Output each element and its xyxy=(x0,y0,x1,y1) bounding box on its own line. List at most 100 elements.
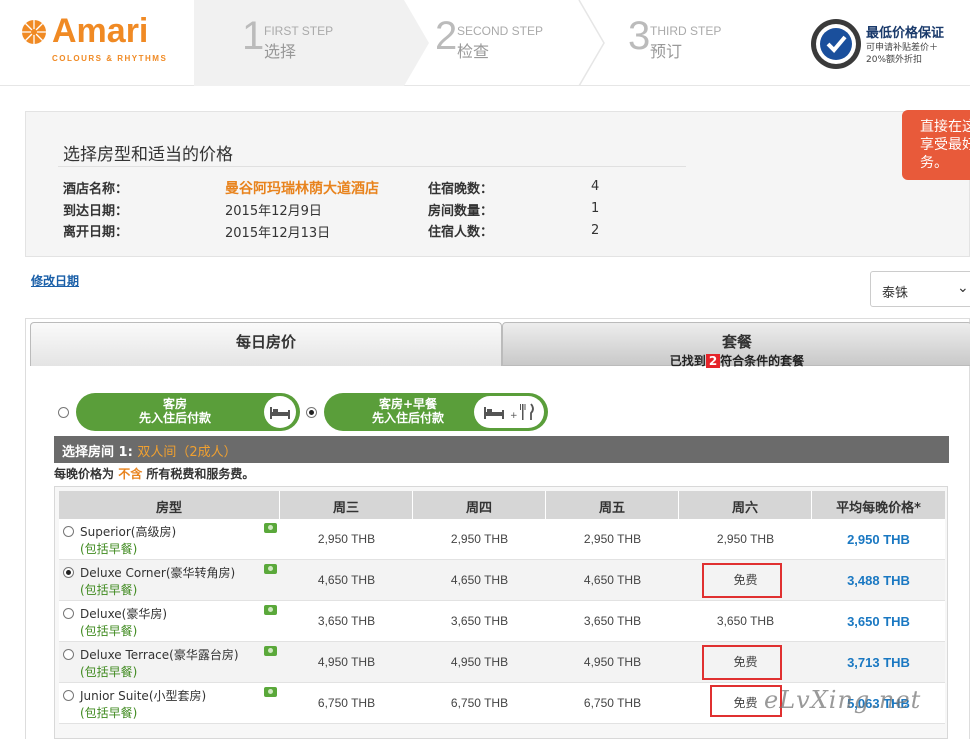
free-night-highlight xyxy=(702,645,782,680)
currency-select[interactable]: 泰铢 ⌄ xyxy=(870,271,970,307)
table-row[interactable]: Superior(高级房) (包括早餐) 2,950 THB 2,950 THB… xyxy=(59,519,945,560)
col-sat: 周六 xyxy=(679,491,812,519)
arrival-label: 到达日期： xyxy=(63,204,129,219)
room-inclusion: (包括早餐) xyxy=(80,665,138,679)
guarantee-line-2: 20%额外折扣 xyxy=(866,55,923,65)
amari-logo[interactable]: Amari COLOURS & RHYTHMS xyxy=(20,12,190,70)
price-wed: 4,950 THB xyxy=(317,655,376,669)
price-thu: 2,950 THB xyxy=(450,532,509,546)
room-selection-label: 选择房间 1: xyxy=(62,445,133,460)
price-sat: 3,650 THB xyxy=(716,614,775,628)
banner-line-3: 务。 xyxy=(920,155,948,171)
price-wed: 6,750 THB xyxy=(317,696,376,710)
free-night-highlight xyxy=(702,563,782,598)
guarantee-title: 最低价格保证 xyxy=(866,26,945,41)
modify-dates-link[interactable]: 修改日期 xyxy=(31,272,79,289)
step-3-en: THIRD STEP xyxy=(650,24,722,38)
guarantee-seal-icon xyxy=(811,19,861,69)
best-price-guarantee[interactable]: 最低价格保证 可申请补贴差价＋ 20%额外折扣 xyxy=(810,18,970,74)
guests-value: 2 xyxy=(591,223,600,238)
step-2-number: 2 xyxy=(435,14,458,58)
option-room-radio[interactable] xyxy=(58,407,69,418)
room-name: Deluxe(豪华房) xyxy=(80,607,168,621)
step-1-zh: 选择 xyxy=(264,42,297,61)
price-wed: 2,950 THB xyxy=(317,532,376,546)
step-1-number: 1 xyxy=(242,14,265,58)
price-thu: 3,650 THB xyxy=(450,614,509,628)
step-3: 3 THIRD STEP 预订 xyxy=(620,0,790,86)
room-inclusion: (包括早餐) xyxy=(80,583,138,597)
option-room-breakfast[interactable]: 客房+早餐 先入住后付款 + xyxy=(324,393,548,431)
step-1: 1 FIRST STEP 选择 xyxy=(194,0,429,86)
col-room-type: 房型 xyxy=(59,491,280,519)
hotel-label: 酒店名称： xyxy=(63,182,129,197)
camera-icon[interactable] xyxy=(264,523,277,533)
camera-icon[interactable] xyxy=(264,605,277,615)
currency-value: 泰铢 xyxy=(882,286,909,301)
camera-icon[interactable] xyxy=(264,646,277,656)
bed-breakfast-icon: + xyxy=(474,396,544,428)
tax-highlight: 不含 xyxy=(118,467,143,481)
room-radio[interactable] xyxy=(63,608,74,619)
room-radio[interactable] xyxy=(63,649,74,660)
price-thu: 4,650 THB xyxy=(450,573,509,587)
price-avg: 3,713 THB xyxy=(847,655,910,670)
bed-icon xyxy=(264,396,296,428)
package-count-text: 已找到 2 符合条件的套餐 xyxy=(669,354,805,368)
room-name: Deluxe Corner(豪华转角房) xyxy=(80,566,236,580)
price-avg: 3,650 THB xyxy=(847,614,910,629)
banner-line-1: 直接在这 xyxy=(920,119,970,135)
depart-date: 2015年12月13日 xyxy=(225,226,331,241)
logo-tagline: COLOURS & RHYTHMS xyxy=(52,54,168,63)
col-thu: 周四 xyxy=(413,491,546,519)
price-fri: 6,750 THB xyxy=(583,696,642,710)
option-breakfast-radio[interactable] xyxy=(306,407,317,418)
booking-steps: 1 FIRST STEP 选择 2 SECOND STEP 检查 3 THIRD… xyxy=(194,0,794,86)
room-radio[interactable] xyxy=(63,526,74,537)
table-row[interactable]: Deluxe Terrace(豪华露台房) (包括早餐) 4,950 THB 4… xyxy=(59,642,945,683)
svg-text:+: + xyxy=(510,411,518,421)
step-3-zh: 预订 xyxy=(650,42,683,61)
direct-booking-banner[interactable]: 直接在这 享受最好 务。 xyxy=(902,110,970,180)
tab-packages[interactable]: 套餐 已找到 2 符合条件的套餐 xyxy=(502,322,970,368)
step-2-en: SECOND STEP xyxy=(457,24,544,38)
price-sat: 2,950 THB xyxy=(716,532,775,546)
option-room-only[interactable]: 客房 先入住后付款 xyxy=(76,393,300,431)
chevron-down-icon: ⌄ xyxy=(957,280,969,296)
price-wed: 4,650 THB xyxy=(317,573,376,587)
room-selection-bar: 选择房间 1: 双人间（2成人） xyxy=(54,436,949,463)
price-avg: 3,488 THB xyxy=(847,573,910,588)
table-row[interactable]: Deluxe Corner(豪华转角房) (包括早餐) 4,650 THB 4,… xyxy=(59,560,945,601)
price-fri: 4,950 THB xyxy=(583,655,642,669)
tab-daily-label: 每日房价 xyxy=(235,333,296,351)
room-radio[interactable] xyxy=(63,690,74,701)
room-inclusion: (包括早餐) xyxy=(80,706,138,720)
price-thu: 6,750 THB xyxy=(450,696,509,710)
price-fri: 3,650 THB xyxy=(583,614,642,628)
nights-value: 4 xyxy=(591,179,600,194)
title-divider xyxy=(58,166,686,167)
depart-label: 离开日期： xyxy=(63,225,129,240)
arrival-date: 2015年12月9日 xyxy=(225,204,322,219)
camera-icon[interactable] xyxy=(264,687,277,697)
guests-label: 住宿人数： xyxy=(428,225,494,240)
room-radio[interactable] xyxy=(63,567,74,578)
room-inclusion: (包括早餐) xyxy=(80,542,138,556)
option-room-text: 客房 先入住后付款 xyxy=(138,397,211,425)
hotel-name: 曼谷阿玛瑞林荫大道酒店 xyxy=(225,181,379,197)
room-name: Deluxe Terrace(豪华露台房) xyxy=(80,648,239,662)
price-fri: 2,950 THB xyxy=(583,532,642,546)
step-2: 2 SECOND STEP 检查 xyxy=(429,0,619,86)
booking-summary: 选择房型和适当的价格 酒店名称： 曼谷阿玛瑞林荫大道酒店 到达日期： 2015年… xyxy=(25,111,970,257)
rooms-value: 1 xyxy=(591,201,600,216)
table-row[interactable]: Deluxe(豪华房) (包括早餐) 3,650 THB 3,650 THB 3… xyxy=(59,601,945,642)
step-2-zh: 检查 xyxy=(457,42,490,61)
col-wed: 周三 xyxy=(280,491,413,519)
step-3-number: 3 xyxy=(628,14,651,58)
room-name: Superior(高级房) xyxy=(80,525,177,539)
package-count-badge: 2 xyxy=(705,354,721,368)
camera-icon[interactable] xyxy=(264,564,277,574)
site-header: Amari COLOURS & RHYTHMS 1 FIRST STEP 选择 … xyxy=(0,0,970,86)
tab-daily-rates[interactable]: 每日房价 xyxy=(30,322,502,366)
nights-label: 住宿晚数： xyxy=(428,182,494,197)
